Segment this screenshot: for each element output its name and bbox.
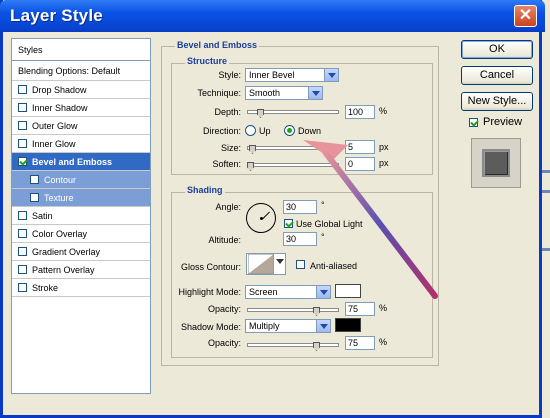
layer-style-dialog: Layer Style ✕ Styles Blending Options: D…	[0, 0, 545, 418]
annotation-arrow	[303, 140, 438, 299]
arrow-shaft	[322, 149, 438, 299]
